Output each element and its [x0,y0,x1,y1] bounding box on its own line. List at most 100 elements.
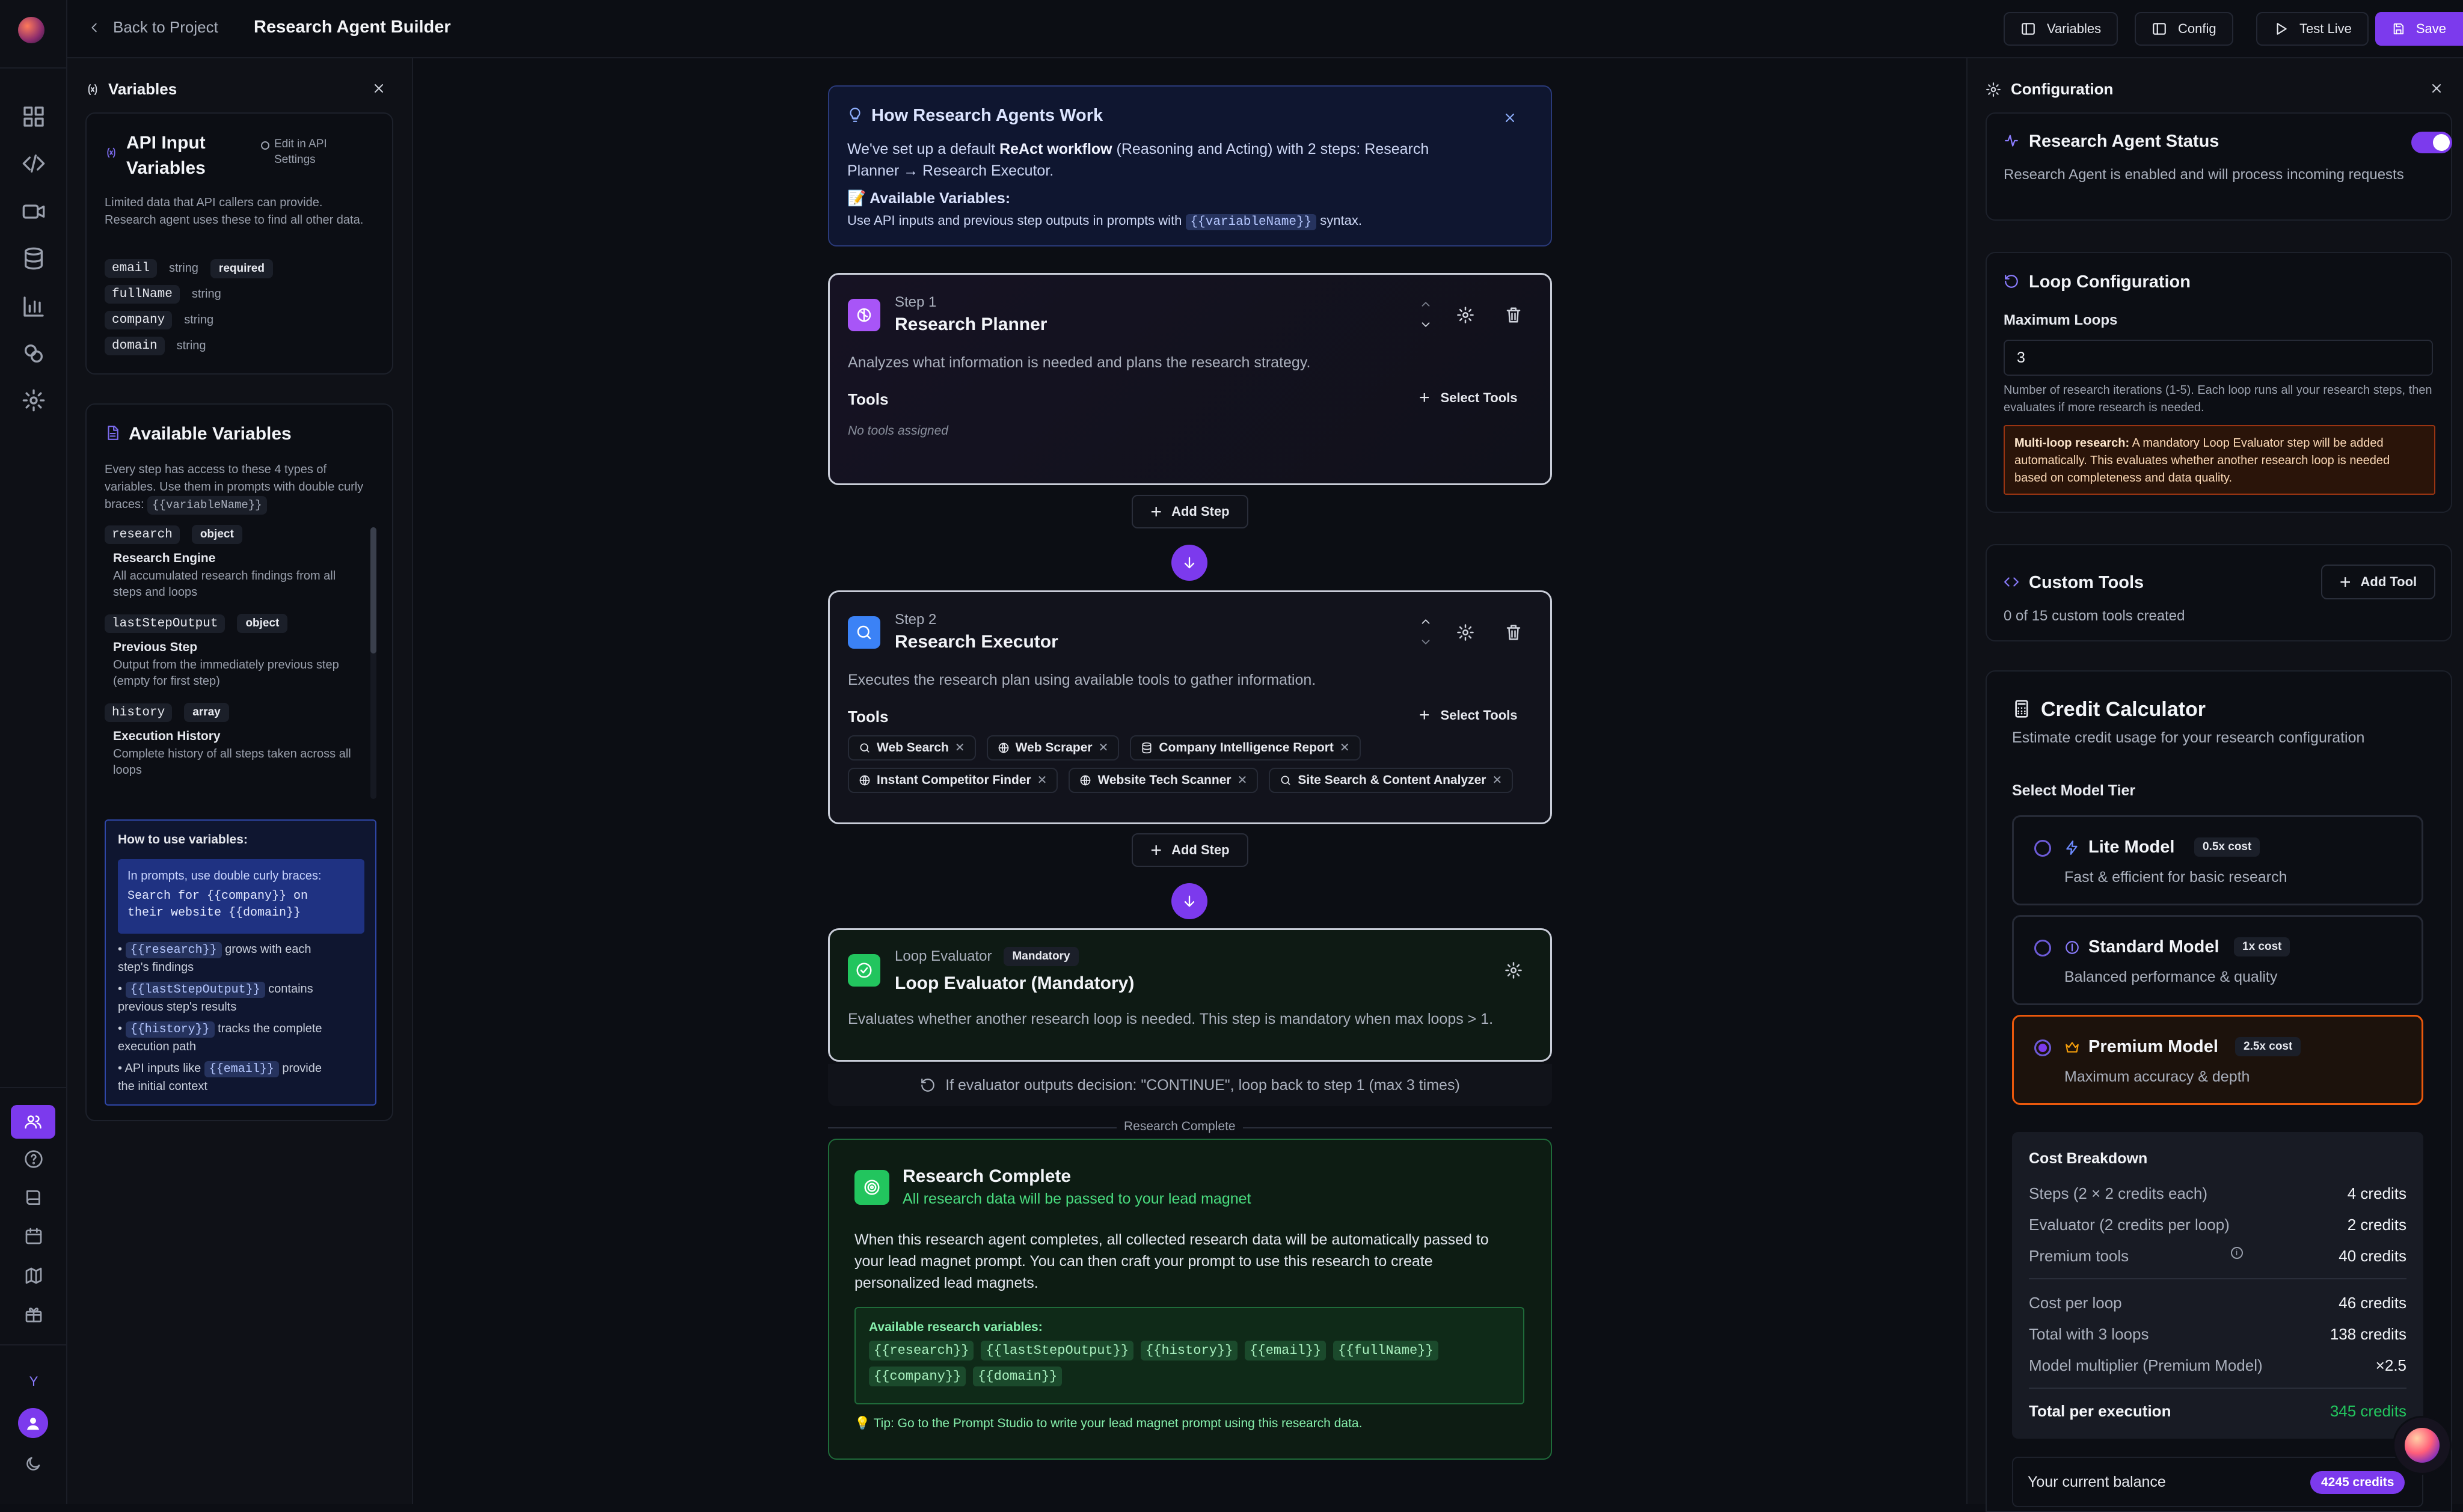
chevron-up-icon[interactable] [1419,298,1432,311]
gear-icon[interactable] [1456,623,1474,641]
help-icon[interactable] [24,1149,43,1169]
api-input-variables-card: API Input Variables Edit in API Settings… [85,112,393,375]
tool-chip[interactable]: Web Search ✕ [848,735,976,761]
select-tools-button[interactable]: + Select Tools [1419,706,1518,724]
model-option-1[interactable]: Standard Model 1x cost Balanced performa… [2012,915,2423,1005]
variable-syntax-chip: {{variableName}} [147,496,267,515]
model-option-2[interactable]: Premium Model 2.5x cost Maximum accuracy… [2012,1015,2423,1105]
loop-evaluator-card[interactable]: Loop Evaluator Mandatory Loop Evaluator … [828,928,1552,1062]
back-link[interactable]: Back to Project [88,18,218,37]
radio-button[interactable] [2034,840,2051,857]
research-variable-chip: {{domain}} [973,1367,1063,1386]
gear-icon[interactable] [1504,961,1523,979]
book-icon[interactable] [24,1188,43,1207]
bullet-text: tracks the complete [214,1022,322,1035]
remove-tool-icon[interactable]: ✕ [1492,764,1502,797]
code-icon[interactable] [22,152,46,176]
tool-chip[interactable]: Web Scraper ✕ [986,732,1120,764]
max-loops-input[interactable]: 3 [2004,340,2433,376]
warning-bold: Multi-loop research: [2014,436,2130,450]
chevron-down-icon[interactable] [1419,635,1432,649]
globe-icon [859,775,870,786]
chart-icon[interactable] [22,295,46,319]
api-card-title-2: Variables [126,158,206,178]
model-cost-badge: 1x cost [2234,937,2290,956]
credit-calculator-subtitle: Estimate credit usage for your research … [2012,729,2365,746]
plus-icon: + [1419,388,1430,408]
variables-button[interactable]: Variables [2004,12,2118,46]
example-code-2: their website {{domain}} [127,906,301,920]
model-tier-label: Select Model Tier [2012,782,2136,799]
calendar-icon[interactable] [24,1226,43,1246]
tool-chip[interactable]: Site Search & Content Analyzer ✕ [1269,768,1514,793]
remove-tool-icon[interactable]: ✕ [1037,764,1047,797]
step-card-1[interactable]: Step 1 Research Planner Analyzes what in… [828,273,1552,485]
remove-tool-icon[interactable]: ✕ [955,732,965,764]
step-card-2[interactable]: Step 2 Research Executor Executes the re… [828,590,1552,824]
max-loops-help: Number of research iterations (1-5). Eac… [2004,384,2432,414]
workspace-initial[interactable]: Y [24,1372,43,1391]
gift-icon[interactable] [24,1305,43,1324]
assistant-bubble[interactable] [2394,1418,2450,1473]
add-step-button[interactable]: + Add Step [1132,495,1248,528]
save-button[interactable]: Save [2375,12,2463,46]
info-line2: Planner → Research Executor. [847,162,1054,179]
info-icon[interactable]: i [2230,1247,2243,1259]
avatar[interactable] [18,1408,48,1438]
gear-icon[interactable] [1456,306,1474,324]
chevron-down-icon[interactable] [1419,318,1432,331]
test-live-button[interactable]: Test Live [2256,12,2369,46]
close-icon[interactable] [372,81,386,96]
model-option-0[interactable]: Lite Model 0.5x cost Fast & efficient fo… [2012,815,2423,905]
add-tool-button[interactable]: + Add Tool [2321,565,2435,599]
map-icon[interactable] [24,1266,43,1285]
loop-configuration-card: Loop Configuration Maximum Loops 3 Numbe… [1986,252,2452,513]
integrations-icon[interactable] [22,341,46,366]
team-button[interactable] [11,1105,55,1139]
dashboard-icon[interactable] [22,105,46,129]
settings-icon[interactable] [22,388,46,412]
close-icon[interactable] [2429,81,2444,96]
chevron-up-icon[interactable] [1419,615,1432,628]
variable-icon [107,147,115,158]
config-button[interactable]: Config [2135,12,2233,46]
remove-tool-icon[interactable]: ✕ [1099,732,1109,764]
scrollbar[interactable] [370,527,376,799]
globe-icon [998,742,1008,753]
close-icon[interactable] [1503,111,1517,125]
video-icon[interactable] [22,200,46,224]
edit-in-api-settings-link[interactable]: Edit in API Settings [261,136,327,168]
page-title: Research Agent Builder [254,17,451,37]
variable-label: Previous Step [113,640,198,654]
trash-icon[interactable] [1504,306,1523,324]
moon-icon[interactable] [24,1455,42,1473]
database-icon[interactable] [22,246,46,271]
variable-label: Execution History [113,729,221,743]
evaluator-icon [848,954,880,987]
scrollbar-thumb[interactable] [370,527,376,653]
remove-tool-icon[interactable]: ✕ [1340,732,1350,764]
available-variables-title: Available Variables [129,424,292,444]
cost-label: Steps (2 × 2 credits each) [2029,1184,2207,1202]
select-tools-button[interactable]: + Select Tools [1419,388,1518,408]
model-tier-icon [2066,941,2079,954]
app-logo[interactable] [18,17,44,43]
tool-chip[interactable]: Website Tech Scanner ✕ [1069,768,1259,793]
remove-tool-icon[interactable]: ✕ [1238,764,1248,797]
trash-icon[interactable] [1504,623,1523,641]
variable-type: object [191,525,242,544]
save-icon [2393,23,2404,35]
info-vars-code: {{variableName}} [1185,214,1317,230]
tool-chip[interactable]: Instant Competitor Finder ✕ [848,768,1058,793]
add-step-button[interactable]: + Add Step [1132,833,1248,867]
complete-body: When this research agent completes, all … [854,1231,1489,1291]
variable-name: lastStepOutput [105,614,225,633]
status-toggle[interactable] [2411,132,2452,153]
cost-label: Evaluator (2 credits per loop) [2029,1216,2230,1234]
divider-label: Research Complete [1117,1119,1243,1134]
radio-button[interactable] [2034,940,2051,956]
max-loops-value: 3 [2017,349,2025,366]
radio-button[interactable] [2034,1039,2051,1056]
tool-chip[interactable]: Company Intelligence Report ✕ [1130,732,1361,764]
bullet-text-2: step's findings [118,961,194,974]
